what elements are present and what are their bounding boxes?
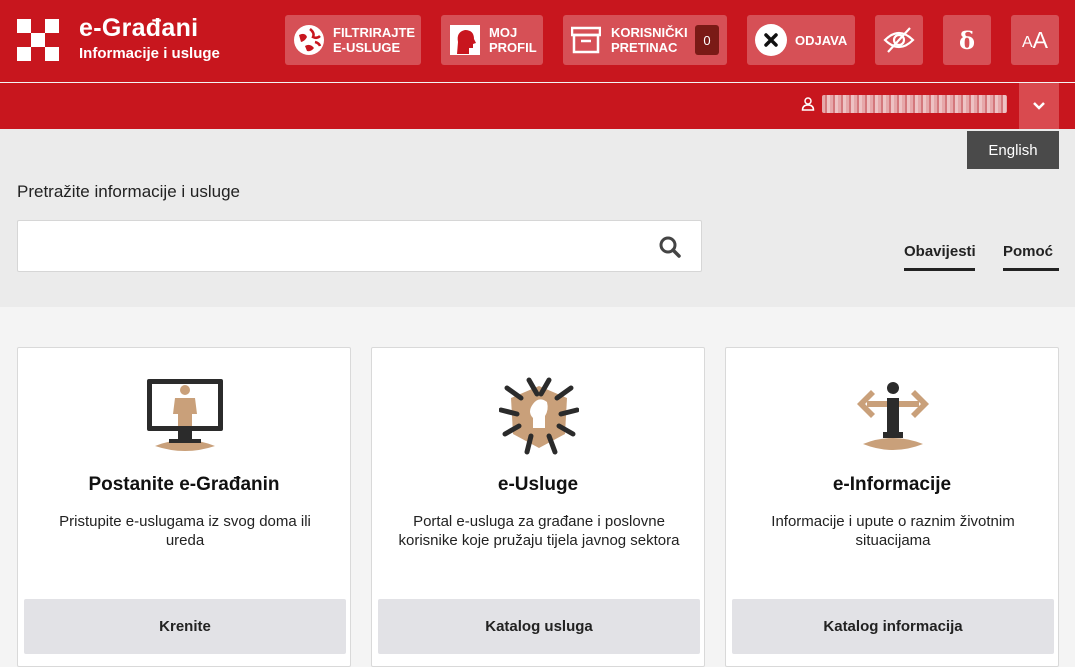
card-eservices: e-Usluge Portal e-usluga za građane i po…	[371, 347, 705, 667]
service-catalog-button[interactable]: Katalog usluga	[378, 599, 700, 654]
user-name-redacted	[822, 95, 1007, 113]
card-description: Informacije i upute o raznim životnim si…	[771, 513, 1015, 549]
card-einformation: e-Informacije Informacije i upute o razn…	[725, 347, 1059, 667]
chevron-down-icon	[1033, 102, 1045, 110]
brand-title[interactable]: e-Građani	[79, 14, 198, 43]
checkerboard-logo-icon[interactable]	[17, 19, 59, 61]
my-profile-label: MOJ PROFIL	[489, 25, 537, 55]
my-profile-button[interactable]: MOJ PROFIL	[441, 15, 543, 65]
information-catalog-button[interactable]: Katalog informacija	[732, 599, 1054, 654]
inbox-count-badge: 0	[695, 25, 719, 55]
font-size-button[interactable]: A A	[1011, 15, 1059, 65]
user-inbox-button[interactable]: KORISNIČKI PRETINAC 0	[563, 15, 727, 65]
dyslexia-glyph-icon: ẟ	[958, 25, 975, 55]
filter-eservices-label: FILTRIRAJTE E-USLUGE	[333, 25, 416, 55]
card-title: e-Informacije	[832, 474, 952, 495]
hide-visibility-button[interactable]	[875, 15, 923, 65]
font-size-large-icon: A	[1032, 26, 1048, 53]
user-icon	[801, 97, 815, 111]
start-button[interactable]: Krenite	[24, 599, 346, 654]
card-description: Portal e-usluga za građane i poslovne ko…	[398, 513, 680, 549]
top-header: e-Građani Informacije i usluge FILTRIRAJ…	[0, 0, 1075, 82]
close-circle-icon	[755, 24, 787, 56]
head-arrows-icon	[498, 376, 580, 456]
card-title: e-Usluge	[497, 474, 579, 495]
card-description: Pristupite e-uslugama iz svog doma ili u…	[59, 513, 311, 549]
language-switch-button[interactable]: English	[967, 131, 1059, 169]
profile-head-icon	[449, 24, 481, 56]
computer-person-icon	[145, 376, 225, 456]
search-input[interactable]	[18, 221, 648, 271]
dyslexia-font-button[interactable]: ẟ	[943, 15, 991, 65]
search-icon[interactable]	[659, 236, 681, 258]
globe-filter-icon	[293, 24, 325, 56]
info-person-icon	[853, 376, 933, 456]
logout-button[interactable]: ODJAVA	[747, 15, 855, 65]
notifications-link[interactable]: Obavijesti	[904, 243, 976, 271]
archive-box-icon	[571, 26, 601, 54]
help-link[interactable]: Pomoć	[1003, 243, 1059, 271]
card-title: Postanite e-Građanin	[88, 474, 280, 495]
card-become-ecitizen: Postanite e-Građanin Pristupite e-usluga…	[17, 347, 351, 667]
font-size-small-icon: A	[1021, 33, 1033, 51]
eye-slash-icon	[883, 26, 915, 54]
logout-label: ODJAVA	[795, 32, 848, 48]
filter-eservices-button[interactable]: FILTRIRAJTE E-USLUGE	[285, 15, 421, 65]
brand-subtitle: Informacije i usluge	[79, 45, 220, 62]
user-inbox-label: KORISNIČKI PRETINAC	[611, 25, 688, 55]
user-menu-toggle[interactable]	[1019, 83, 1059, 129]
search-label: Pretražite informacije i usluge	[17, 182, 240, 201]
search-box	[17, 220, 702, 272]
search-section	[0, 129, 1075, 307]
